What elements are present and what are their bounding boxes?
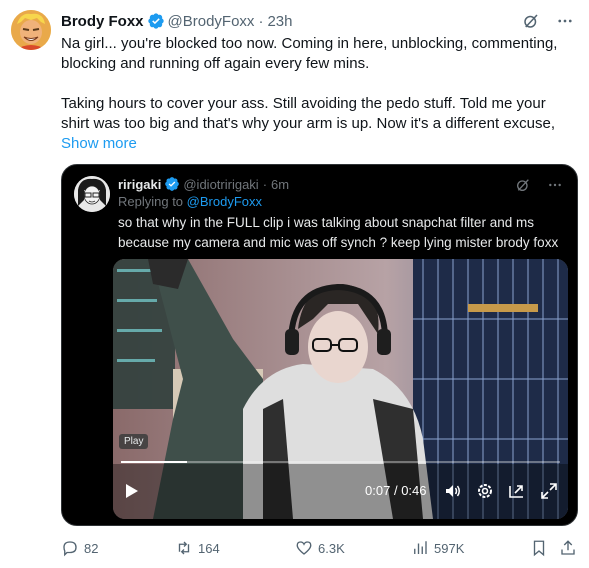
video-player[interactable]: Play 0:07 / 0:46 bbox=[113, 259, 568, 519]
quote-verified-badge-icon[interactable] bbox=[164, 176, 180, 192]
picture-in-picture-icon[interactable] bbox=[507, 481, 527, 501]
video-current-time: 0:07 bbox=[365, 483, 391, 498]
avatar-image bbox=[11, 10, 51, 50]
fullscreen-icon[interactable] bbox=[539, 481, 559, 501]
reply-icon bbox=[63, 541, 77, 557]
author-handle[interactable]: @BrodyFoxx bbox=[168, 13, 255, 30]
verified-badge-icon[interactable] bbox=[147, 12, 165, 30]
bookmark-icon bbox=[533, 540, 545, 557]
replying-to-prefix: Replying to bbox=[118, 194, 184, 209]
video-duration: 0:46 bbox=[401, 483, 427, 498]
header-actions bbox=[521, 11, 575, 31]
separator-dot: · bbox=[258, 12, 264, 30]
like-button[interactable]: 6.3K bbox=[295, 538, 345, 558]
video-controls: 0:07 / 0:46 bbox=[113, 477, 568, 503]
quote-author-handle[interactable]: @idiotririgaki bbox=[183, 177, 258, 192]
bookmark-button[interactable] bbox=[530, 538, 548, 558]
share-button[interactable] bbox=[559, 538, 577, 558]
repost-icon bbox=[178, 541, 190, 555]
video-progress-fill bbox=[121, 461, 187, 463]
quote-header-actions bbox=[513, 175, 565, 195]
quote-author-avatar[interactable] bbox=[74, 176, 110, 212]
like-count: 6.3K bbox=[318, 540, 345, 556]
reply-count: 82 bbox=[84, 540, 99, 556]
quote-separator-dot: · bbox=[262, 176, 268, 192]
video-progress-bar[interactable] bbox=[121, 461, 560, 463]
quote-grok-icon[interactable] bbox=[513, 175, 533, 195]
reply-button[interactable]: 82 bbox=[61, 538, 98, 558]
views-button[interactable]: 597K bbox=[411, 538, 464, 558]
play-icon[interactable] bbox=[121, 481, 141, 501]
author-name[interactable]: Brody Foxx bbox=[61, 13, 144, 30]
tweet-text-paragraph-1: Na girl... you're blocked too now. Comin… bbox=[61, 35, 558, 72]
quote-header: ririgaki @idiotririgaki · 6m bbox=[118, 175, 565, 193]
quote-replying-to: Replying to @BrodyFoxx bbox=[118, 194, 262, 209]
replying-to-mention[interactable]: @BrodyFoxx bbox=[187, 194, 262, 209]
show-more-link[interactable]: Show more bbox=[61, 134, 576, 154]
quote-author-name[interactable]: ririgaki bbox=[118, 177, 161, 192]
grok-icon[interactable] bbox=[521, 11, 541, 31]
views-chart-icon bbox=[414, 541, 427, 554]
more-icon[interactable] bbox=[555, 11, 575, 31]
repost-count: 164 bbox=[198, 540, 220, 556]
video-time-separator: / bbox=[393, 483, 398, 498]
views-count: 597K bbox=[434, 540, 465, 556]
share-icon bbox=[561, 540, 575, 555]
video-time-readout: 0:07 / 0:46 bbox=[365, 483, 427, 498]
quote-more-icon[interactable] bbox=[545, 175, 565, 195]
tweet: Brody Foxx @BrodyFoxx · 23h Na girl... y… bbox=[0, 0, 589, 568]
video-play-badge: Play bbox=[119, 434, 149, 449]
heart-icon bbox=[296, 541, 312, 555]
author-avatar[interactable] bbox=[11, 10, 51, 50]
tweet-text-paragraph-2: Taking hours to cover your ass. Still av… bbox=[61, 95, 556, 132]
settings-gear-icon[interactable] bbox=[475, 481, 495, 501]
repost-button[interactable]: 164 bbox=[175, 538, 220, 558]
tweet-action-bar: 82 164 6.3K 597K bbox=[61, 538, 578, 558]
quote-avatar-image bbox=[74, 176, 110, 212]
quoted-tweet[interactable]: ririgaki @idiotririgaki · 6m Replying to… bbox=[61, 164, 578, 526]
tweet-timestamp[interactable]: 23h bbox=[267, 13, 292, 30]
tweet-text: Na girl... you're blocked too now. Comin… bbox=[61, 34, 576, 154]
quote-timestamp[interactable]: 6m bbox=[271, 177, 289, 192]
quote-text: so that why in the FULL clip i was talki… bbox=[118, 215, 559, 250]
tweet-header: Brody Foxx @BrodyFoxx · 23h bbox=[61, 11, 575, 31]
volume-icon[interactable] bbox=[443, 481, 463, 501]
